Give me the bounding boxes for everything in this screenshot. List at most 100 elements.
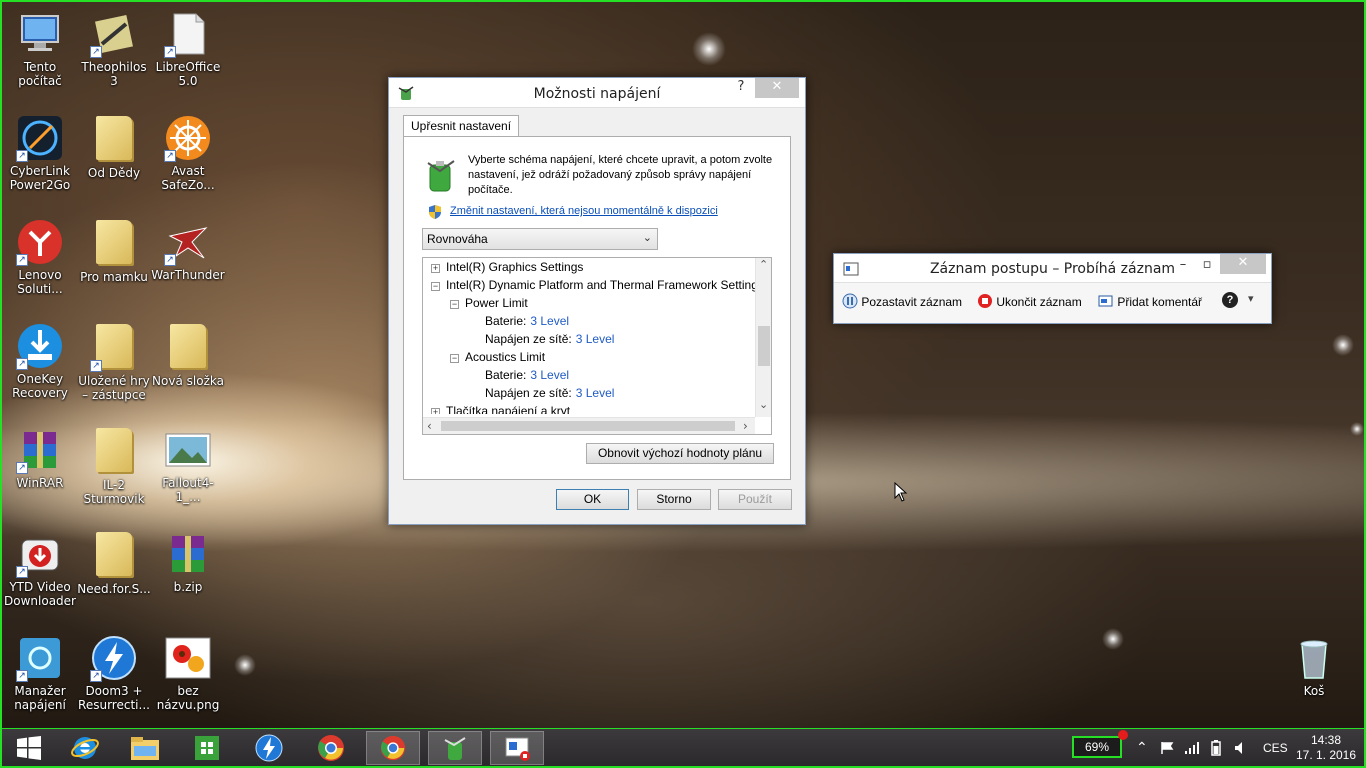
collapse-minus-icon[interactable]: −: [431, 282, 440, 291]
ok-button[interactable]: OK: [556, 489, 629, 510]
desktop-icon-bez-nazvu[interactable]: bez názvu.png: [150, 634, 226, 712]
start-button[interactable]: [2, 731, 56, 765]
minimize-icon[interactable]: –: [1176, 256, 1190, 276]
battery-icon[interactable]: [1211, 740, 1221, 768]
apply-button[interactable]: Použít: [718, 489, 792, 510]
chrome-icon: [380, 735, 406, 761]
desktop-icon-onekey-recovery[interactable]: ↗ OneKey Recovery: [2, 322, 78, 400]
taskbar: 69% ⌃ CES 14:38 17. 1. 2016: [0, 728, 1366, 768]
chevron-up-icon[interactable]: ⌃: [1136, 739, 1148, 768]
taskbar-power-options[interactable]: [428, 731, 482, 765]
desktop-icon-libreoffice[interactable]: ↗ LibreOffice 5.0: [150, 10, 226, 88]
tree-item-acoustics-battery[interactable]: Baterie: 3 Level: [485, 366, 569, 384]
scroll-up-arrow-icon[interactable]: ⌃: [759, 258, 768, 271]
desktop-icon-need-for-speed[interactable]: Need.for.S...: [76, 530, 152, 596]
steps-recorder-titlebar[interactable]: Záznam postupu – Probíhá záznam – ▫ ✕: [834, 254, 1271, 283]
desktop-icon-fallout4[interactable]: Fallout4-1_...: [150, 426, 226, 504]
tree-item-dptf-settings[interactable]: − Intel(R) Dynamic Platform and Thermal F…: [431, 276, 758, 294]
cancel-button[interactable]: Storno: [637, 489, 711, 510]
tree-horizontal-scrollbar[interactable]: ‹ ›: [423, 417, 755, 434]
signal-icon[interactable]: [1184, 741, 1200, 768]
disc-burn-icon: ↗: [16, 114, 64, 162]
dropdown-arrow-icon[interactable]: ▾: [1248, 292, 1254, 305]
taskbar-chrome[interactable]: [304, 731, 358, 765]
desktop-icon-doom3[interactable]: ↗ Doom3 + Resurrecti...: [76, 634, 152, 712]
restore-defaults-button[interactable]: Obnovit výchozí hodnoty plánu: [586, 443, 774, 464]
power-options-dialog: Možnosti napájení ? ✕ Upřesnit nastavení…: [388, 77, 806, 525]
taskbar-store[interactable]: [180, 731, 234, 765]
tab-advanced-settings[interactable]: Upřesnit nastavení: [403, 115, 520, 137]
horizontal-scrollbar-thumb[interactable]: [441, 421, 735, 431]
expand-plus-icon[interactable]: +: [431, 408, 440, 414]
power-scheme-select[interactable]: Rovnováha ⌄: [422, 228, 658, 250]
taskbar-chrome-2[interactable]: [366, 731, 420, 765]
scrollbar-thumb[interactable]: [758, 326, 770, 366]
tree-item-power-limit-battery[interactable]: Baterie: 3 Level: [485, 312, 569, 330]
action-center-flag-icon[interactable]: [1160, 741, 1176, 768]
desktop-icon-power-manager[interactable]: ↗ Manažer napájení: [2, 634, 78, 712]
tree-item-acoustics-limit[interactable]: − Acoustics Limit: [450, 348, 545, 366]
tree-item-power-buttons[interactable]: + Tlačítka napájení a kryt: [431, 402, 570, 414]
folder-icon: [90, 428, 138, 476]
battery-indicator[interactable]: 69%: [1072, 736, 1122, 758]
tree-vertical-scrollbar[interactable]: ⌃ ⌄: [755, 258, 771, 417]
taskbar-steps-recorder[interactable]: [490, 731, 544, 765]
help-button[interactable]: ?: [729, 78, 753, 98]
desktop-icon-ytd[interactable]: ↗ YTD Video Downloader: [2, 530, 78, 608]
desktop-icon-od-dedy[interactable]: Od Dědy: [76, 114, 152, 180]
desktop-icon-recycle-bin[interactable]: Koš: [1276, 634, 1352, 698]
power-limit-battery-value[interactable]: 3 Level: [530, 314, 569, 328]
document-icon: ↗: [164, 10, 212, 58]
desktop-icon-warthunder[interactable]: ↗ WarThunder: [150, 218, 226, 282]
volume-icon[interactable]: [1234, 741, 1248, 768]
tree-item-power-limit[interactable]: − Power Limit: [450, 294, 528, 312]
shortcut-arrow-icon: ↗: [16, 254, 28, 266]
scroll-right-arrow-icon[interactable]: ›: [743, 419, 748, 433]
shortcut-arrow-icon: ↗: [16, 358, 28, 370]
taskbar-lightning-app[interactable]: [242, 731, 296, 765]
collapse-minus-icon[interactable]: −: [450, 300, 459, 309]
ship-wheel-icon: ↗: [164, 114, 212, 162]
desktop-icon-pro-mamku[interactable]: Pro mamku: [76, 218, 152, 284]
taskbar-internet-explorer[interactable]: [58, 731, 112, 765]
tab-panel: Vyberte schéma napájení, které chcete up…: [403, 136, 791, 480]
scroll-left-arrow-icon[interactable]: ‹: [427, 419, 432, 433]
pause-record-button[interactable]: Pozastavit záznam: [842, 293, 962, 309]
desktop-icon-this-pc[interactable]: Tento počítač: [2, 10, 78, 88]
power-limit-ac-value[interactable]: 3 Level: [576, 332, 615, 346]
power-dialog-titlebar[interactable]: Možnosti napájení ? ✕: [389, 78, 805, 108]
tree-item-graphics-settings[interactable]: + Intel(R) Graphics Settings: [431, 258, 583, 276]
desktop-icon-nova-slozka[interactable]: Nová složka: [150, 322, 226, 388]
expand-plus-icon[interactable]: +: [431, 264, 440, 273]
acoustics-ac-value[interactable]: 3 Level: [576, 386, 615, 400]
input-language[interactable]: CES: [1263, 741, 1288, 768]
stop-record-button[interactable]: Ukončit záznam: [977, 293, 1082, 309]
close-button[interactable]: ✕: [1220, 254, 1266, 274]
tree-item-power-limit-ac[interactable]: Napájen ze sítě: 3 Level: [485, 330, 614, 348]
shortcut-arrow-icon: ↗: [164, 254, 176, 266]
taskbar-file-explorer[interactable]: [118, 731, 172, 765]
shortcut-arrow-icon: ↗: [90, 360, 102, 372]
tree-item-acoustics-ac[interactable]: Napájen ze sítě: 3 Level: [485, 384, 614, 402]
desktop-icon-b-zip[interactable]: b.zip: [150, 530, 226, 594]
scroll-down-arrow-icon[interactable]: ⌄: [759, 398, 768, 411]
add-comment-button[interactable]: Přidat komentář: [1098, 293, 1202, 309]
desktop-icon-il2[interactable]: IL-2 Sturmovik: [76, 426, 152, 506]
desktop-icon-cyberlink[interactable]: ↗ CyberLink Power2Go: [2, 114, 78, 192]
collapse-minus-icon[interactable]: −: [450, 354, 459, 363]
acoustics-battery-value[interactable]: 3 Level: [530, 368, 569, 382]
maximize-icon[interactable]: ▫: [1200, 256, 1214, 276]
clock-date: 17. 1. 2016: [1295, 748, 1357, 762]
close-button[interactable]: ✕: [755, 78, 799, 98]
desktop-icon-ulozene-hry[interactable]: ↗ Uložené hry – zástupce: [76, 322, 152, 402]
desktop-icon-winrar[interactable]: ↗ WinRAR: [2, 426, 78, 490]
desktop-icon-lenovo-solutions[interactable]: ↗ Lenovo Soluti...: [2, 218, 78, 296]
folder-icon: [90, 532, 138, 580]
clock[interactable]: 14:38 17. 1. 2016: [1292, 733, 1360, 768]
desktop-icon-theophilos[interactable]: ↗ Theophilos 3: [76, 10, 152, 88]
lightning-icon: [255, 734, 283, 762]
help-icon[interactable]: ?: [1222, 292, 1238, 308]
power-settings-tree[interactable]: + Intel(R) Graphics Settings − Intel(R) Dy…: [422, 257, 772, 435]
desktop-icon-avast[interactable]: ↗ Avast SafeZo...: [150, 114, 226, 192]
change-unavailable-settings-link[interactable]: Změnit nastavení, která nejsou momentáln…: [450, 205, 718, 217]
